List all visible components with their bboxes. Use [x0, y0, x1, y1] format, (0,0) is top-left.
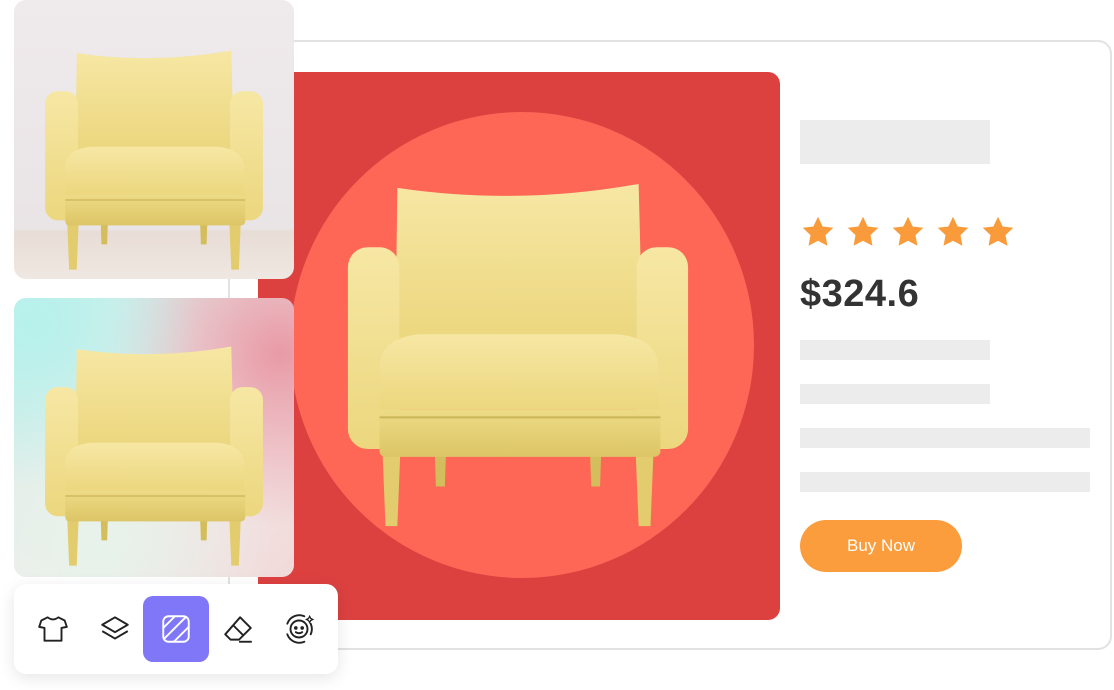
chair-image	[38, 48, 270, 276]
variant-thumbnail-room[interactable]	[14, 0, 294, 279]
tshirt-icon	[38, 616, 68, 642]
tool-clothing[interactable]	[20, 596, 86, 662]
text-placeholder	[800, 340, 990, 360]
rating-stars	[800, 214, 1016, 250]
face-retouch-icon	[286, 614, 315, 644]
product-hero-image	[258, 72, 780, 620]
star-icon	[982, 216, 1014, 246]
product-price: $324.6	[800, 273, 920, 315]
tool-background[interactable]	[143, 596, 209, 662]
background-pattern-icon	[162, 615, 190, 643]
text-placeholder	[800, 472, 1090, 492]
layers-icon	[101, 616, 129, 640]
text-placeholder	[800, 428, 1090, 448]
tool-layers[interactable]	[82, 596, 148, 662]
title-placeholder	[800, 120, 990, 164]
star-icon	[847, 216, 879, 246]
buy-now-button[interactable]: Buy Now	[800, 520, 962, 572]
chair-image	[38, 344, 270, 572]
eraser-icon	[224, 616, 252, 643]
star-icon	[937, 216, 969, 246]
tool-eraser[interactable]	[205, 596, 271, 662]
tool-face-retouch[interactable]	[266, 596, 332, 662]
star-icon	[802, 216, 834, 246]
text-placeholder	[800, 384, 990, 404]
star-icon	[892, 216, 924, 246]
chair-image	[340, 180, 696, 536]
editing-toolbar	[14, 584, 338, 674]
variant-thumbnail-gradient[interactable]	[14, 298, 294, 577]
